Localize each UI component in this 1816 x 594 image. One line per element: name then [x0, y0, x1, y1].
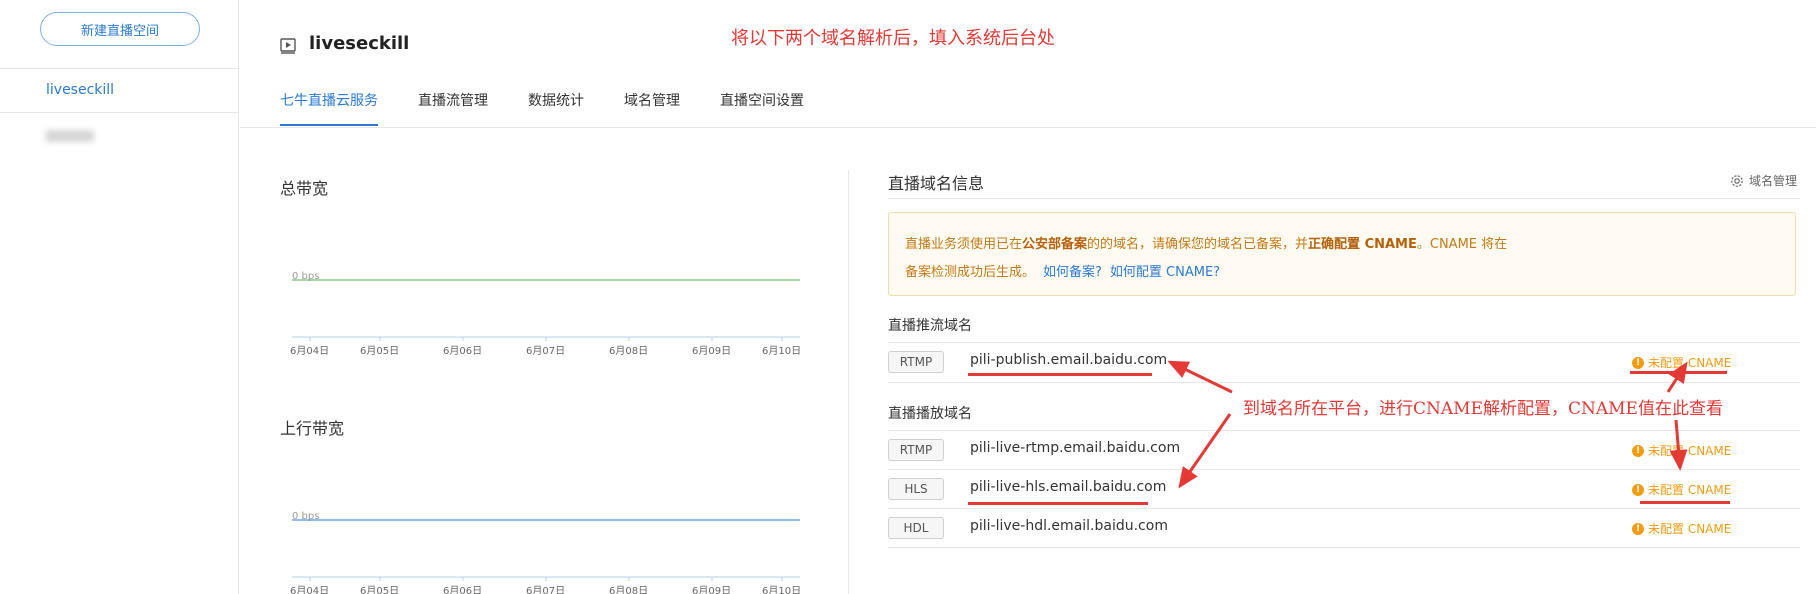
sidebar-item-blurred[interactable] [46, 130, 94, 142]
tabs-divider [240, 127, 1816, 128]
cname-status[interactable]: ! 未配置 CNAME [1632, 520, 1731, 537]
cname-status-label: 未配置 CNAME [1648, 444, 1732, 458]
notice-box: 直播业务须使用已在公安部备案的的域名，请确保您的域名已备案，并正确配置 CNAM… [888, 212, 1796, 296]
chart-title: 总带宽 [280, 179, 329, 198]
x-tick-label: 6月06日 [443, 345, 482, 357]
arrow-to-push-domain [1167, 360, 1233, 394]
sidebar-divider [0, 68, 238, 69]
total-bandwidth-chart: 0 bps6月04日 6月05日 6月06日 6月07日 6月08日 6月09日 6月10日 [290, 271, 800, 357]
play-domain-hls[interactable]: pili-live-hls.email.baidu.com [970, 479, 1166, 495]
red-underline [968, 502, 1148, 505]
x-tick-label: 6月07日 [526, 585, 565, 594]
row-divider [888, 508, 1800, 509]
row-divider [888, 430, 1800, 431]
upstream-bandwidth-chart: 0 bps6月04日 6月05日 6月06日 6月07日 6月08日 6月09日 6月10日 [290, 511, 800, 594]
annotation-arrows [1167, 360, 1688, 489]
column-divider [848, 170, 849, 594]
sidebar-item-liveseckill[interactable]: liveseckill [46, 82, 114, 98]
row-divider [888, 547, 1800, 548]
domain-manage-link[interactable]: 域名管理 [1730, 172, 1797, 189]
cname-status[interactable]: ! 未配置 CNAME [1632, 481, 1731, 498]
x-tick-label: 6月04日 [290, 585, 329, 594]
how-to-cname-link[interactable]: 如何配置 CNAME? [1110, 265, 1220, 280]
cname-status-label: 未配置 CNAME [1648, 356, 1732, 370]
warning-icon: ! [1632, 522, 1644, 535]
red-underline [1640, 501, 1730, 504]
protocol-badge: RTMP [888, 351, 944, 373]
cname-status-label: 未配置 CNAME [1648, 483, 1732, 497]
warning-icon: ! [1632, 444, 1644, 457]
push-domain-rtmp[interactable]: pili-publish.email.baidu.com [970, 352, 1167, 368]
tab-domain-management[interactable]: 域名管理 [624, 90, 680, 126]
warning-icon: ! [1632, 483, 1644, 496]
notice-line-2: 备案检测成功后生成。 如何备案? 如何配置 CNAME? [905, 261, 1220, 280]
notice-text: 。CNAME 将在 [1416, 237, 1508, 252]
row-divider [888, 469, 1800, 470]
x-tick-label: 6月05日 [360, 585, 399, 594]
tab-bar: 七牛直播云服务 直播流管理 数据统计 域名管理 直播空间设置 [280, 90, 844, 126]
chart-title: 上行带宽 [280, 419, 345, 438]
notice-text: 的的域名，请确保您的域名已备案，并 [1087, 237, 1309, 252]
play-domain-title: 直播播放域名 [888, 406, 972, 422]
sidebar: 新建直播空间 liveseckill [0, 0, 239, 594]
x-tick-label: 6月10日 [762, 585, 800, 594]
protocol-badge: RTMP [888, 439, 944, 461]
row-divider [888, 342, 1800, 343]
annotation-top: 将以下两个域名解析后，填入系统后台处 [731, 28, 1055, 49]
video-play-icon [280, 38, 296, 54]
gear-icon [1731, 174, 1743, 187]
sidebar-divider [0, 112, 238, 113]
protocol-badge: HLS [888, 478, 944, 500]
x-tick-label: 6月07日 [526, 345, 565, 357]
x-tick-label: 6月08日 [609, 345, 648, 357]
arrow-to-hls-domain [1178, 413, 1232, 489]
x-tick-label: 6月10日 [762, 345, 800, 357]
notice-line-1: 直播业务须使用已在公安部备案的的域名，请确保您的域名已备案，并正确配置 CNAM… [905, 233, 1507, 252]
protocol-badge: HDL [888, 517, 944, 539]
info-divider [888, 198, 1800, 199]
notice-bold: 公安部备案 [1022, 237, 1088, 252]
play-domain-rtmp[interactable]: pili-live-rtmp.email.baidu.com [970, 440, 1180, 456]
domain-manage-label: 域名管理 [1749, 174, 1798, 188]
domain-info-title: 直播域名信息 [888, 174, 985, 193]
warning-icon: ! [1632, 356, 1644, 369]
x-tick-label: 6月09日 [692, 345, 731, 357]
tab-statistics[interactable]: 数据统计 [528, 90, 584, 126]
notice-text: 直播业务须使用已在 [905, 237, 1023, 252]
new-live-space-button[interactable]: 新建直播空间 [40, 12, 200, 46]
row-divider [888, 382, 1800, 383]
red-underline [968, 373, 1152, 376]
tab-qiniu-live-service[interactable]: 七牛直播云服务 [280, 90, 378, 126]
page-title: liveseckill [309, 33, 410, 54]
red-underline [1630, 371, 1727, 374]
x-tick-label: 6月08日 [609, 585, 648, 594]
cname-status[interactable]: ! 未配置 CNAME [1632, 442, 1731, 459]
cname-status-label: 未配置 CNAME [1648, 522, 1732, 536]
push-domain-title: 直播推流域名 [888, 318, 972, 334]
tab-stream-management[interactable]: 直播流管理 [418, 90, 488, 126]
x-tick-label: 6月06日 [443, 585, 482, 594]
chart-total-bandwidth: 总带宽 [280, 175, 800, 199]
how-to-register-link[interactable]: 如何备案? [1043, 265, 1102, 280]
cname-status[interactable]: ! 未配置 CNAME [1632, 354, 1731, 371]
notice-text: 备案检测成功后生成。 [905, 265, 1036, 280]
x-tick-label: 6月09日 [692, 585, 731, 594]
annotation-middle: 到域名所在平台，进行CNAME解析配置，CNAME值在此查看 [1243, 399, 1723, 419]
x-tick-label: 6月05日 [360, 345, 399, 357]
notice-bold: 正确配置 CNAME [1308, 237, 1417, 252]
play-domain-hdl[interactable]: pili-live-hdl.email.baidu.com [970, 518, 1168, 534]
tab-space-settings[interactable]: 直播空间设置 [720, 90, 804, 126]
chart-upstream-bandwidth: 上行带宽 [280, 415, 800, 439]
x-tick-label: 6月04日 [290, 345, 329, 357]
